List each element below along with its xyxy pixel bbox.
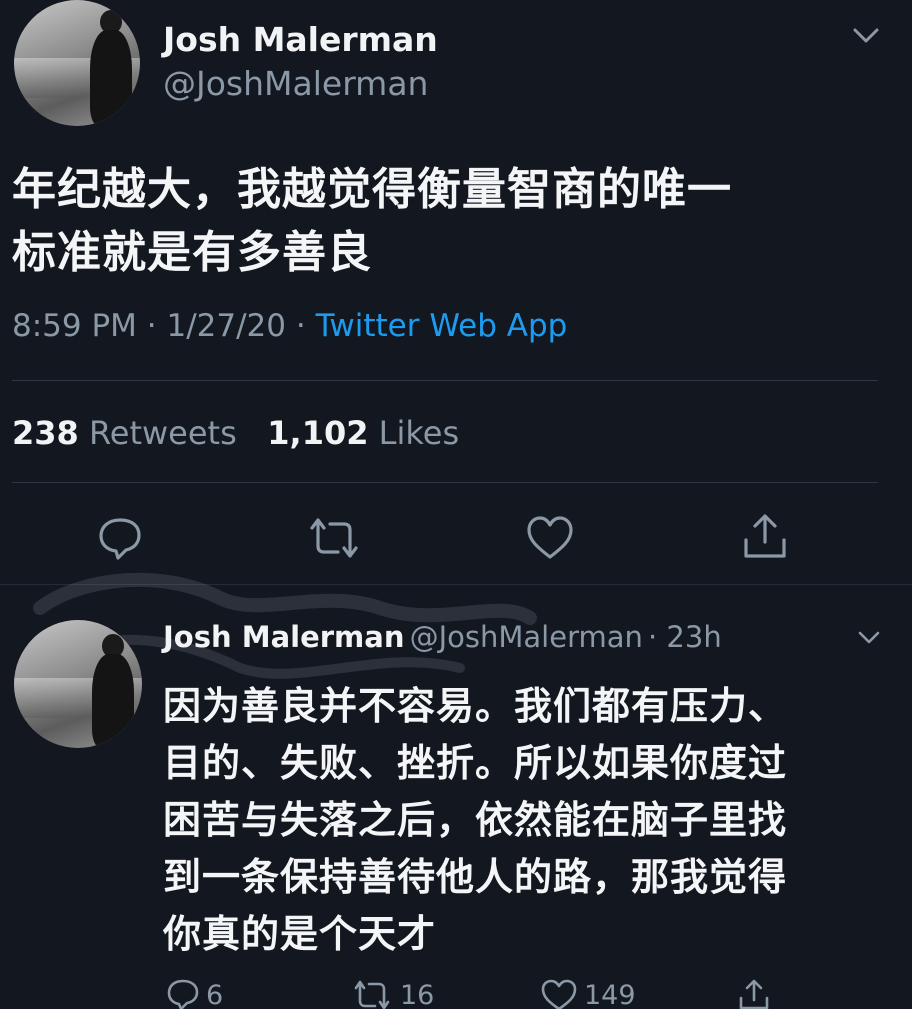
chevron-down-icon[interactable] xyxy=(850,24,882,48)
author-name[interactable]: Josh Malerman xyxy=(163,20,438,59)
chevron-down-icon[interactable] xyxy=(856,628,882,648)
divider xyxy=(12,380,878,381)
tweet-time: 8:59 PM xyxy=(12,308,137,344)
like-count: 149 xyxy=(584,979,636,1009)
likes-stat[interactable]: 1,102 Likes xyxy=(267,414,459,452)
reply-author-handle[interactable]: @JoshMalerman xyxy=(410,620,643,654)
reply-header: Josh Malerman @JoshMalerman · 23h xyxy=(163,620,722,654)
tweet-text: 年纪越大，我越觉得衡量智商的唯一 标准就是有多善良 xyxy=(12,164,732,278)
retweets-count: 238 xyxy=(12,414,79,452)
meta-separator: · xyxy=(146,308,157,344)
likes-label: Likes xyxy=(378,414,460,452)
reply-age[interactable]: · 23h xyxy=(648,620,722,654)
like-action[interactable]: 149 xyxy=(540,978,636,1009)
reply-icon xyxy=(167,979,199,1009)
author-handle[interactable]: @JoshMalerman xyxy=(163,64,428,103)
retweet-icon[interactable] xyxy=(304,514,364,562)
share-icon[interactable] xyxy=(740,512,790,562)
reply-count: 6 xyxy=(206,979,224,1009)
reply-icon[interactable] xyxy=(96,514,144,562)
heart-icon[interactable] xyxy=(525,514,575,562)
reply-avatar[interactable] xyxy=(14,620,142,748)
meta-separator-2: · xyxy=(295,308,306,344)
reply-text: 因为善良并不容易。我们都有压力、 目的、失败、挫折。所以如果你度过 困苦与失落之… xyxy=(163,684,788,956)
retweets-stat[interactable]: 238 Retweets xyxy=(12,414,247,452)
retweet-count: 16 xyxy=(400,979,435,1009)
tweet-stats: 238 Retweets 1,102 Likes xyxy=(12,414,459,452)
reply-author-name[interactable]: Josh Malerman xyxy=(163,620,405,654)
avatar[interactable] xyxy=(14,0,140,126)
reply-action[interactable]: 6 xyxy=(166,978,223,1009)
tweet-date[interactable]: 1/27/20 xyxy=(167,308,287,344)
tweet-meta: 8:59 PM · 1/27/20 · Twitter Web App xyxy=(12,308,567,344)
retweet-action[interactable]: 16 xyxy=(350,978,434,1009)
likes-count: 1,102 xyxy=(267,414,369,452)
retweets-label: Retweets xyxy=(88,414,237,452)
retweet-icon xyxy=(354,980,390,1009)
share-icon[interactable] xyxy=(736,978,772,1009)
tweet-source[interactable]: Twitter Web App xyxy=(316,308,568,344)
divider xyxy=(12,482,878,483)
heart-icon xyxy=(541,979,577,1009)
